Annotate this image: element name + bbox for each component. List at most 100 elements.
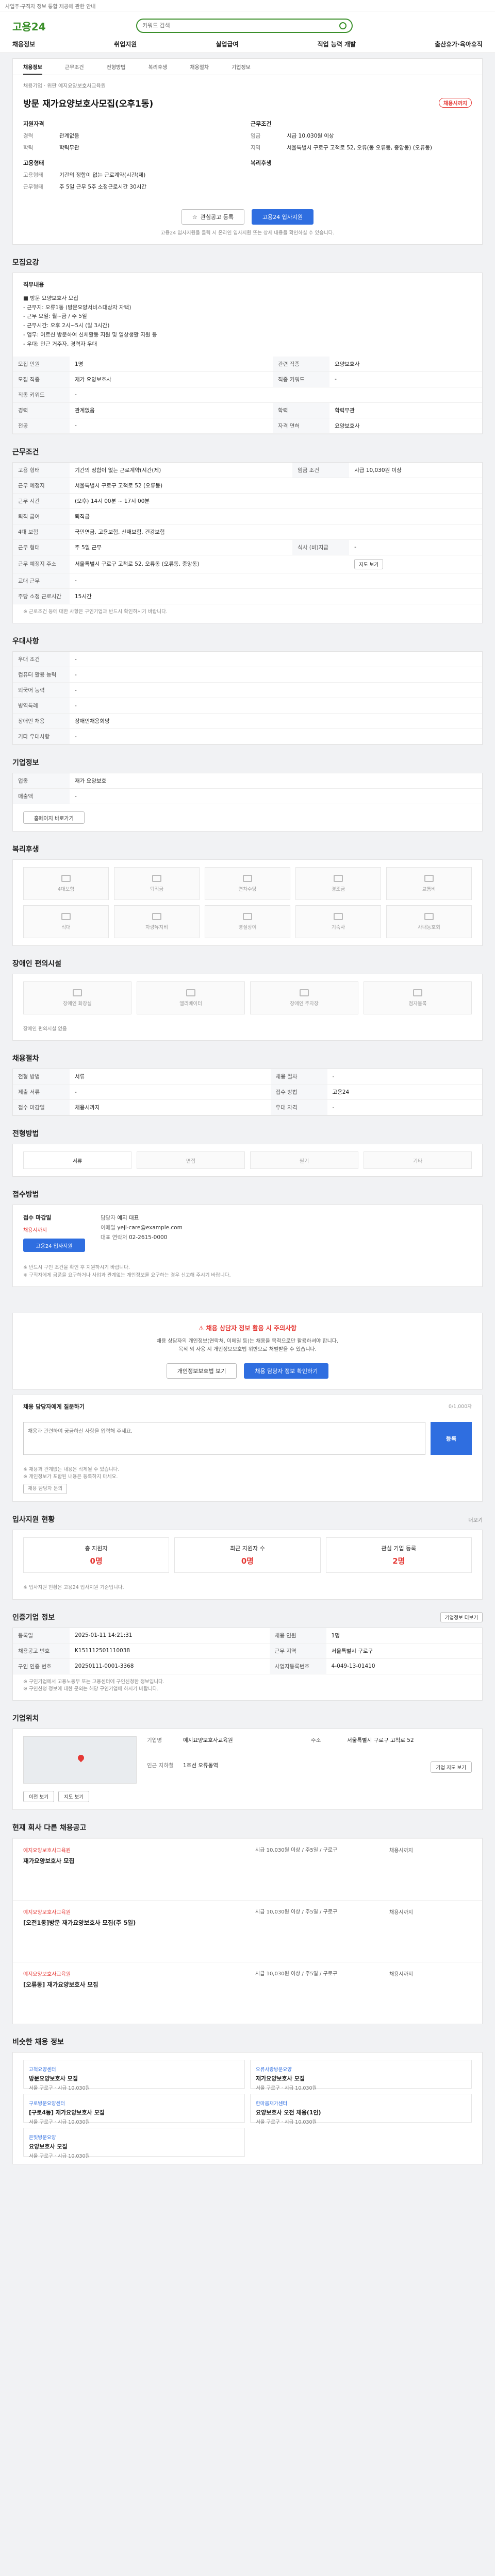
row-key: 매출액: [13, 788, 70, 804]
qa-textarea[interactable]: [23, 1421, 425, 1455]
info-note: ※ 구인신청 정보에 대한 문의는 해당 구인기업에 하시기 바랍니다.: [23, 1686, 159, 1692]
row-key: 채용 인원: [269, 1628, 326, 1643]
row-value: 재가 요양보호: [70, 773, 482, 789]
search-box[interactable]: [136, 19, 353, 33]
list-item[interactable]: 예지요양보호사교육원 재가요양보호사 모집 시급 10,030원 이상 / 주5일…: [13, 1838, 482, 1900]
search-icon[interactable]: [339, 22, 346, 29]
table-row: 접수 마감일 채용시까지 우대 자격 -: [13, 1099, 482, 1116]
conditions-column: 근무조건 임금 시급 10,030원 이상 지역 서울특별시 구로구 고척로 52,…: [251, 120, 472, 195]
row-key: 전공: [13, 418, 70, 434]
gnb-item-employment-support[interactable]: 취업지원: [114, 40, 137, 48]
toilet-icon: [73, 989, 82, 996]
similar-card[interactable]: 구로방문요양센터 [구로4동] 재가요양보호사 모집 서울 구로구 · 시급 10,…: [23, 2094, 245, 2125]
row-value: 재가 요양보호사: [70, 371, 273, 387]
map-pin-icon: [76, 1753, 86, 1762]
job-title-link[interactable]: [오류동] 재가요양보호사 모집: [23, 1980, 255, 1989]
card-company: 은빛방문요양: [29, 2135, 56, 2141]
map-button[interactable]: 지도 보기: [58, 1791, 89, 1802]
location-map[interactable]: [23, 1736, 137, 1784]
row-value: -: [70, 728, 482, 744]
stat-card: 총 지원자 0명: [23, 1537, 170, 1573]
row-key: 직종 키워드: [13, 387, 70, 403]
interest-button[interactable]: ☆ 관심공고 등록: [181, 209, 244, 225]
row-key: 사업자등록번호: [269, 1658, 326, 1674]
row-value: 서울특별시 구로구 고척로 52, 오류동 (오류동, 중앙동): [70, 555, 350, 573]
homepage-link[interactable]: 홈페이지 바로가기: [23, 811, 85, 824]
row-value: 고용24: [327, 1084, 482, 1100]
table-row: 등록일 2025-01-11 14:21:31 채용 인원 1명: [13, 1628, 482, 1643]
related-jobs-section: 예지요양보호사교육원재가요양보호사 모집 시급 10,030원 이상 / 주5일…: [12, 1838, 483, 2024]
company-more-button[interactable]: 기업정보 더보기: [440, 1612, 483, 1622]
table-row: 업종 재가 요양보호: [13, 773, 482, 789]
table-row: 우대 조건 -: [13, 652, 482, 667]
card-company: 고척요양센터: [29, 2067, 56, 2073]
apply-button[interactable]: 고용24 입사지원: [251, 209, 314, 225]
table-row: 근무 형태 주 5일 근무 식사 (비)지급 -: [13, 539, 482, 555]
site-logo[interactable]: 고용24: [12, 19, 74, 33]
similar-card[interactable]: 한마음재가센터 요양보호사 오전 채용(1인) 서울 구로구 · 시급 10,030…: [250, 2094, 472, 2125]
row-value: 요양보호사: [329, 356, 482, 372]
row-value: 1명: [326, 1628, 482, 1643]
welfare-item: 식대: [23, 905, 109, 938]
row-value: -: [327, 1099, 482, 1116]
qual-value: 학력무관: [59, 145, 79, 151]
footer-space: [0, 2164, 495, 2236]
qa-more-button[interactable]: 채용 담당자 문의: [23, 1484, 68, 1495]
company-map-button[interactable]: 기업 지도 보기: [430, 1761, 472, 1773]
gnb-item-jobs[interactable]: 채용정보: [12, 40, 35, 48]
search-input[interactable]: [142, 23, 339, 29]
similar-card[interactable]: 은빛방문요양 요양보호사 모집 서울 구로구 · 시급 10,030원: [23, 2128, 245, 2159]
job-detail: 시급 10,030원 이상 / 주5일 / 구로구: [255, 1909, 338, 1915]
job-company: 예지요양보호사교육원: [23, 1848, 71, 1854]
parking-icon: [300, 989, 309, 996]
gnb-item-unemployment-benefit[interactable]: 실업급여: [216, 40, 238, 48]
qa-submit-button[interactable]: 등록: [431, 1421, 472, 1455]
tab-process[interactable]: 채용절차: [190, 63, 209, 75]
qa-title: 채용 담당자에게 질문하기: [23, 1403, 85, 1410]
table-row: 교대 근무 -: [13, 573, 482, 589]
tab-recruit[interactable]: 채용정보: [23, 63, 42, 75]
similar-card[interactable]: 고척요양센터 방문요양보호사 모집 서울 구로구 · 시급 10,030원: [23, 2060, 245, 2091]
qa-section: 채용 담당자에게 질문하기 0/1,000자 등록 ※ 채용과 관계없는 내용은…: [12, 1394, 483, 1502]
table-row: 외국어 능력 -: [13, 682, 482, 698]
welfare-label: 명절상여: [238, 925, 257, 930]
list-item[interactable]: 예지요양보호사교육원 [오전1동]방문 재가요양보호사 모집(주 5일) 시급 1…: [13, 1900, 482, 1962]
job-title: 방문 재가요양보호사모집(오후1동): [23, 99, 154, 109]
table-row: 컴퓨터 활용 능력 -: [13, 667, 482, 683]
qa-note: ※ 개인정보가 포함된 내용은 등록하지 마세요.: [23, 1474, 118, 1480]
job-title-link[interactable]: [오전1동]방문 재가요양보호사 모집(주 5일): [23, 1919, 255, 1927]
related-jobs-title: 현재 회사 다른 채용공고: [12, 1824, 87, 1832]
disabled-section: 장애인 화장실 엘리베이터 장애인 주차장 점자블록 장애인 편의시설 없음: [12, 974, 483, 1041]
prev-view-button[interactable]: 이전 보기: [23, 1791, 54, 1802]
recruiter-info-button[interactable]: 채용 담당자 정보 확인하기: [244, 1363, 329, 1379]
table-row: 채용공고 번호 K151112501110038 근무 지역 서울특별시 구로구: [13, 1643, 482, 1659]
company-name[interactable]: 위판 예지요양보호사교육원: [47, 83, 106, 89]
tab-company[interactable]: 기업정보: [232, 63, 251, 75]
row-value: -: [70, 573, 482, 589]
row-key: 제출 서류: [13, 1084, 70, 1100]
desc-line: - 근무 요일: 월~금 / 주 5일: [23, 313, 87, 320]
card-detail: 서울 구로구 · 시급 10,030원: [29, 2086, 90, 2091]
tab-welfare[interactable]: 복리후생: [148, 63, 167, 75]
tab-selection[interactable]: 전형방법: [107, 63, 126, 75]
map-view-button[interactable]: 지도 보기: [354, 558, 384, 569]
row-key: 우대 자격: [270, 1099, 327, 1116]
welfare-section: 4대보험 퇴직금 연차수당 경조금 교통비 식대 차량유지비 명절상여 기숙사 …: [12, 859, 483, 946]
job-description-heading: 직무내용: [23, 281, 44, 288]
company-label: 채용기업: [23, 83, 42, 89]
job-title-link[interactable]: 재가요양보호사 모집: [23, 1857, 255, 1865]
welfare-item: 사내동호회: [386, 905, 472, 938]
email-value[interactable]: yeji-care@example.com: [117, 1225, 183, 1231]
apply-stats-more[interactable]: 더보기: [468, 1516, 483, 1523]
list-item[interactable]: 예지요양보호사교육원 [오류동] 재가요양보호사 모집 시급 10,030원 이상…: [13, 1962, 482, 2024]
gnb-item-training[interactable]: 직업 능력 개발: [317, 40, 356, 48]
contact-apply-button[interactable]: 고용24 입사지원: [23, 1239, 85, 1252]
house-icon: [334, 913, 343, 920]
similar-card[interactable]: 오류사랑방문요양 재가요양보호사 모집 서울 구로구 · 시급 10,030원: [250, 2060, 472, 2091]
desc-line: ■ 방문 요양보호사 모집: [23, 295, 78, 301]
card-detail: 서울 구로구 · 시급 10,030원: [256, 2086, 317, 2091]
tab-conditions[interactable]: 근무조건: [65, 63, 84, 75]
privacy-law-button[interactable]: 개인정보보호법 보기: [166, 1363, 237, 1379]
qual-value: 관계없음: [59, 133, 79, 139]
gnb-item-leave[interactable]: 출산휴가·육아휴직: [435, 40, 483, 48]
